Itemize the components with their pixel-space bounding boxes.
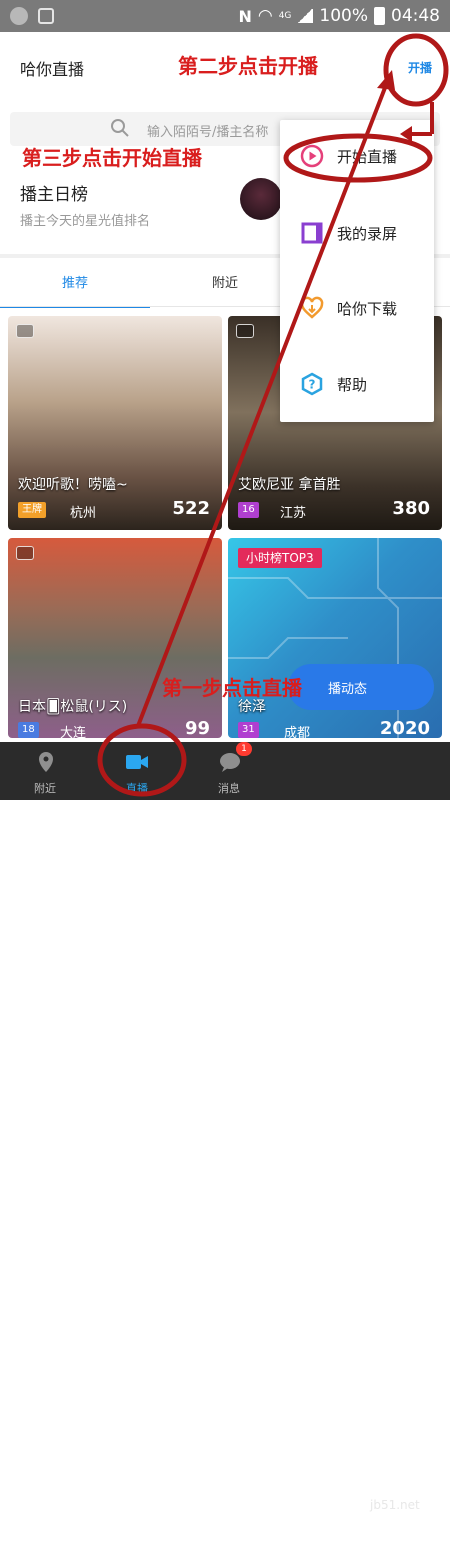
card-badge: 31 [238, 722, 259, 738]
card-badge: 王牌 [18, 502, 46, 518]
status-bar: N ◠ 4G 100% 04:48 [0, 0, 450, 32]
feed-button-label: 播动态 [328, 682, 368, 697]
menu-item-my-recordings[interactable]: 我的录屏 [280, 197, 434, 267]
card-title: 日本🂠松鼠(リス) [18, 699, 128, 715]
start-broadcast-button[interactable]: 开播 [408, 59, 432, 76]
network-type: 4G [278, 11, 292, 21]
menu-item-label: 帮助 [337, 376, 368, 394]
menu-item-label: 我的录屏 [337, 225, 398, 243]
menu-item-label: 开始直播 [337, 148, 398, 166]
card-title: 欢迎听歌！唠嗑~ [18, 477, 128, 493]
nav-item-messages[interactable]: 1 消息 [184, 742, 274, 800]
nav-label: 附近 [34, 782, 56, 795]
live-card[interactable]: 欢迎听歌！唠嗑~ 王牌 杭州 522 [8, 316, 222, 530]
help-icon: ? [301, 372, 323, 396]
avatar [240, 178, 282, 220]
nav-label: 直播 [126, 782, 148, 795]
top3-tag: 小时榜TOP3 [238, 548, 322, 568]
card-city: 成都 [284, 726, 311, 738]
video-camera-icon [126, 755, 148, 769]
card-title: 艾欧尼亚 拿首胜 [238, 477, 341, 493]
nav-item-nearby[interactable]: 附近 [0, 742, 90, 800]
menu-item-label: 哈你下载 [337, 300, 398, 318]
start-menu: 开始直播 我的录屏 哈你下载 ? 帮助 [280, 120, 434, 422]
network-mark: N [238, 6, 252, 26]
menu-item-start-live[interactable]: 开始直播 [280, 120, 434, 190]
card-badge: 16 [238, 502, 259, 518]
battery-percent: 100% [319, 6, 368, 26]
search-icon [111, 119, 129, 137]
signal-icon [297, 9, 314, 23]
step3-annotation: 第三步点击开始直播 [22, 146, 202, 170]
card-city: 江苏 [280, 506, 307, 521]
watermark-site: jb51.net [370, 1498, 420, 1512]
clock: 04:48 [391, 6, 440, 26]
feed-button[interactable]: 播动态 [288, 664, 434, 710]
record-screen-icon [301, 222, 323, 244]
card-viewer-count: 2020 [379, 718, 430, 738]
menu-item-help[interactable]: ? 帮助 [280, 348, 434, 418]
card-city: 大连 [60, 726, 87, 738]
live-card[interactable]: 日本🂠松鼠(リス) 18 大连 99 [8, 538, 222, 738]
shield-icon [38, 8, 54, 24]
tab-recommended[interactable]: 推荐 [62, 272, 88, 291]
tab-nearby[interactable]: 附近 [212, 272, 238, 291]
battery-icon [374, 7, 385, 25]
volume-icon [10, 7, 28, 25]
menu-item-download[interactable]: 哈你下载 [280, 272, 434, 342]
app-title: 哈你直播 [20, 60, 85, 79]
card-city: 杭州 [70, 506, 97, 521]
search-input[interactable]: 输入陌陌号/播主名称 [147, 121, 268, 140]
app-header: 哈你直播 第二步点击开播 开播 [0, 32, 450, 102]
svg-text:?: ? [309, 378, 316, 392]
location-pin-icon [39, 752, 53, 772]
card-viewer-count: 522 [172, 498, 210, 519]
step1-annotation: 第一步点击直播 [162, 676, 302, 700]
step2-annotation: 第二步点击开播 [178, 54, 318, 78]
play-circle-icon [300, 144, 324, 168]
heart-download-icon [300, 296, 324, 319]
camera-icon [16, 324, 34, 338]
bottom-nav: 附近 直播 1 消息 jb51.net 脚本之家 [0, 742, 450, 1542]
card-badge: 18 [18, 722, 39, 738]
card-viewer-count: 99 [184, 718, 210, 738]
wifi-icon: ◠ [257, 6, 273, 26]
nav-label: 消息 [218, 782, 240, 795]
ranking-title: 播主日榜 [20, 185, 88, 205]
ranking-subtitle: 播主今天的星光值排名 [20, 214, 151, 229]
camera-icon [16, 546, 34, 560]
card-viewer-count: 380 [392, 498, 430, 519]
camera-icon [236, 324, 254, 338]
unread-badge: 1 [236, 742, 252, 756]
watermark-name: 脚本之家 [340, 1518, 420, 1542]
nav-item-live[interactable]: 直播 [92, 742, 182, 800]
